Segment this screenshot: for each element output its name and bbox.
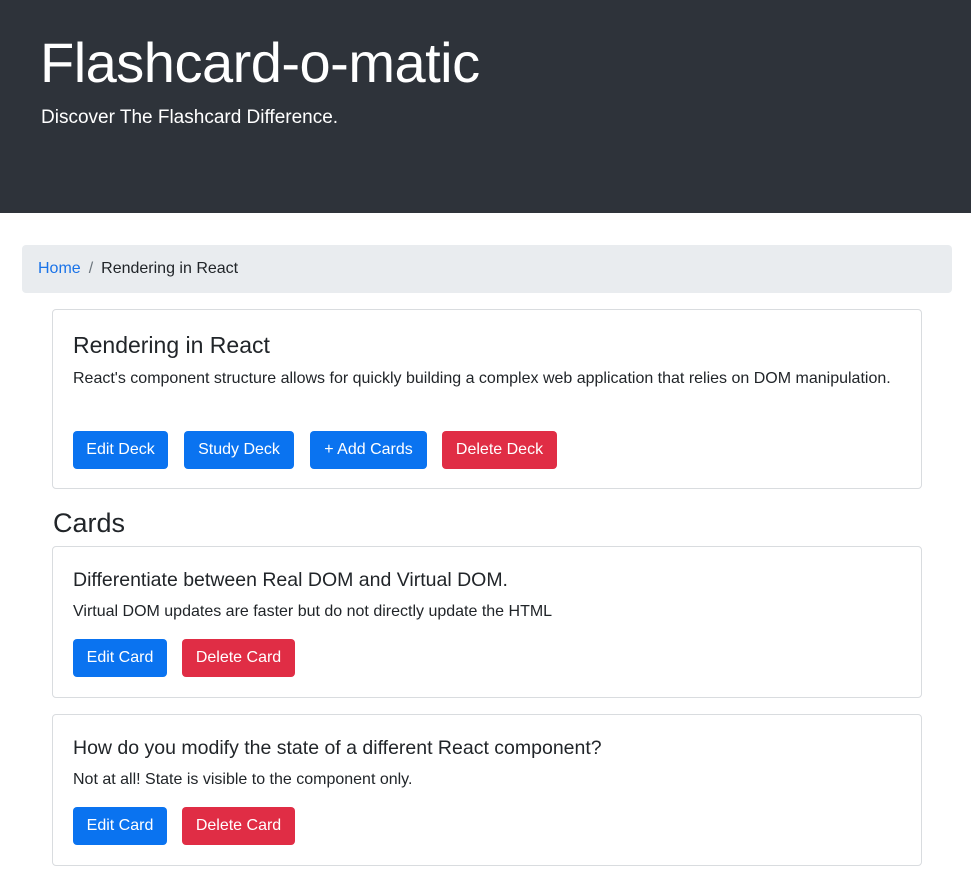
edit-card-button[interactable]: Edit Card [73, 807, 167, 845]
cards-heading: Cards [53, 508, 126, 538]
card-front-text: Differentiate between Real DOM and Virtu… [73, 569, 508, 591]
header-banner: Flashcard-o-matic Discover The Flashcard… [0, 0, 971, 213]
delete-deck-button[interactable]: Delete Deck [442, 431, 557, 469]
delete-card-button[interactable]: Delete Card [182, 807, 295, 845]
breadcrumb-current: Rendering in React [101, 260, 239, 277]
edit-card-button[interactable]: Edit Card [73, 639, 167, 677]
breadcrumb-separator: / [88, 260, 94, 277]
card-back-text: Virtual DOM updates are faster but do no… [73, 603, 553, 620]
app-title: Flashcard-o-matic [40, 31, 480, 94]
add-cards-button[interactable]: + Add Cards [310, 431, 427, 469]
study-deck-button[interactable]: Study Deck [184, 431, 294, 469]
breadcrumb: Home / Rendering in React [22, 245, 952, 293]
card-front-text: How do you modify the state of a differe… [73, 737, 602, 759]
card-back-text: Not at all! State is visible to the comp… [73, 771, 413, 788]
delete-card-button[interactable]: Delete Card [182, 639, 295, 677]
flashcard: Differentiate between Real DOM and Virtu… [52, 546, 922, 698]
flashcard: How do you modify the state of a differe… [52, 714, 922, 866]
deck-card: Rendering in React React's component str… [52, 309, 922, 489]
edit-deck-button[interactable]: Edit Deck [73, 431, 168, 469]
app-tagline: Discover The Flashcard Difference. [41, 107, 339, 128]
deck-name: Rendering in React [73, 332, 270, 358]
breadcrumb-home-link[interactable]: Home [38, 260, 81, 278]
deck-description: React's component structure allows for q… [73, 370, 891, 387]
